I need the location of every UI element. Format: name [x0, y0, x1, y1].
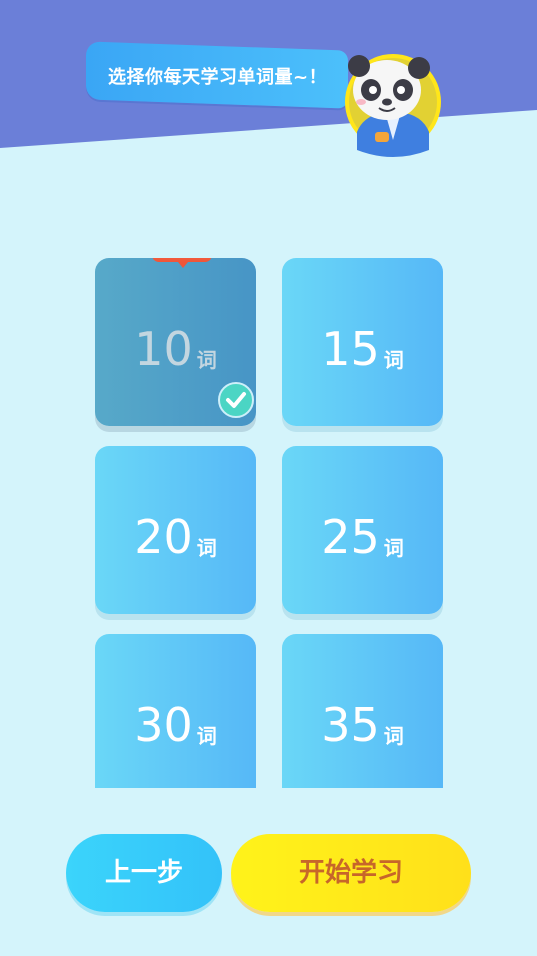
option-value: 30: [134, 698, 193, 752]
option-label: 25 词: [282, 510, 443, 575]
option-value: 25: [321, 510, 380, 564]
start-learning-button[interactable]: 开始学习: [231, 834, 471, 912]
option-value: 15: [321, 322, 380, 376]
option-unit: 词: [383, 536, 404, 560]
check-icon: [218, 382, 254, 418]
option-unit: 词: [196, 724, 217, 748]
option-label: 30 词: [95, 698, 256, 763]
option-card-20[interactable]: 20 词: [95, 446, 256, 614]
previous-step-button[interactable]: 上一步: [66, 834, 222, 912]
word-count-grid: 推荐 10词 15词 20词 25词 30词 35词: [95, 258, 445, 788]
option-card-35[interactable]: 35 词: [282, 634, 443, 788]
option-label: 20 词: [95, 510, 256, 575]
option-unit: 词: [383, 724, 404, 748]
panda-mascot-icon: [345, 54, 441, 157]
option-label: 10 词: [95, 322, 256, 387]
option-value: 10: [134, 322, 193, 376]
recommended-badge: 推荐: [152, 258, 212, 268]
option-card-10[interactable]: 推荐 10词: [95, 258, 256, 426]
option-unit: 词: [383, 348, 404, 372]
check-mark-glyph: [226, 392, 246, 408]
option-value: 35: [321, 698, 380, 752]
option-unit: 词: [196, 348, 217, 372]
option-unit: 词: [196, 536, 217, 560]
option-label: 35 词: [282, 698, 443, 763]
option-card-30[interactable]: 30 词: [95, 634, 256, 788]
option-value: 20: [134, 510, 193, 564]
option-label: 15 词: [282, 322, 443, 387]
option-card-15[interactable]: 15 词: [282, 258, 443, 426]
option-card-25[interactable]: 25 词: [282, 446, 443, 614]
prompt-text: 选择你每天学习单词量~！: [108, 67, 328, 88]
